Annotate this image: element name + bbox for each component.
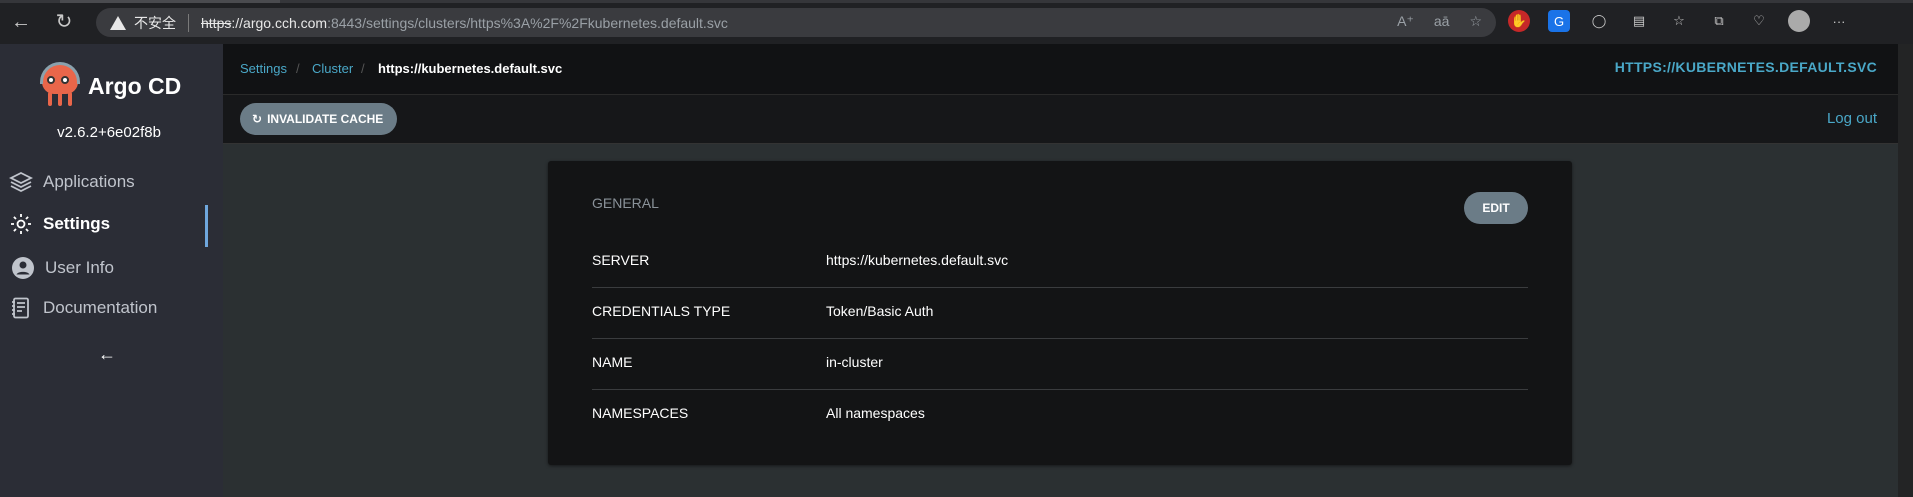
more-menu-icon[interactable]: ···: [1828, 10, 1850, 32]
favorite-add-icon[interactable]: ☆: [1469, 13, 1482, 30]
address-separator: [188, 13, 189, 32]
row-key: SERVER: [592, 252, 650, 268]
breadcrumb-settings[interactable]: Settings: [240, 61, 287, 76]
sidebar-item-documentation[interactable]: Documentation: [0, 290, 218, 326]
adblock-extension-icon[interactable]: ✋: [1508, 10, 1530, 32]
logo-eye: [61, 76, 69, 84]
active-tab-edge: [60, 0, 280, 3]
refresh-icon: ↻: [252, 112, 263, 126]
row-key: CREDENTIALS TYPE: [592, 303, 731, 319]
read-aloud-icon[interactable]: A⁺: [1397, 13, 1414, 30]
browser-toolbar: ← ↻ 不安全 https://argo.cch.com:8443/settin…: [0, 0, 1913, 44]
sidebar-item-user-info[interactable]: User Info: [0, 250, 218, 286]
security-warning[interactable]: 不安全: [110, 13, 176, 33]
collections-icon[interactable]: ⧉: [1708, 10, 1730, 32]
address-bar[interactable]: 不安全 https://argo.cch.com:8443/settings/c…: [96, 8, 1496, 37]
logo-eye: [47, 76, 55, 84]
extensions-bar: ✋ G ◯ ▤ ☆ ⧉ ♡ ···: [1508, 10, 1850, 32]
url-scheme: https: [201, 14, 232, 31]
translate-icon[interactable]: aā: [1434, 13, 1450, 30]
sidebar-item-label: Applications: [43, 172, 135, 191]
version-label: v2.6.2+6e02f8b: [57, 124, 161, 141]
logo-helmet: [40, 62, 80, 84]
table-row: CREDENTIALS TYPE Token/Basic Auth: [592, 288, 1528, 339]
sidebar-item-label: User Info: [45, 258, 114, 277]
table-row: NAME in-cluster: [592, 339, 1528, 390]
row-key: NAME: [592, 354, 633, 370]
tab-strip: [0, 0, 1913, 3]
general-card: GENERAL EDIT SERVER https://kubernetes.d…: [548, 161, 1572, 465]
sidebar-item-settings[interactable]: Settings: [0, 206, 218, 242]
invalidate-cache-button[interactable]: ↻ INVALIDATE CACHE: [240, 103, 398, 135]
argo-logo-icon: [40, 62, 80, 108]
logo-tentacle: [48, 92, 52, 106]
row-value: Token/Basic Auth: [826, 303, 934, 319]
url-text: https://argo.cch.com:8443/settings/clust…: [201, 15, 728, 31]
invalidate-cache-label: INVALIDATE CACHE: [267, 112, 384, 126]
edit-button[interactable]: EDIT: [1464, 192, 1528, 224]
address-bar-actions: A⁺ aā ☆: [1397, 13, 1482, 30]
brand-row[interactable]: Argo CD: [40, 62, 182, 108]
row-value: https://kubernetes.default.svc: [826, 252, 1009, 268]
favorites-icon[interactable]: ☆: [1668, 10, 1690, 32]
profile-avatar[interactable]: [1788, 10, 1810, 32]
scrollbar[interactable]: [1898, 44, 1913, 497]
row-value: in-cluster: [826, 354, 883, 370]
row-key: NAMESPACES: [592, 405, 689, 421]
breadcrumb-separator: /: [296, 61, 300, 76]
table-row: NAMESPACES All namespaces: [592, 390, 1528, 441]
screen-capture-extension-icon[interactable]: ▤: [1628, 10, 1650, 32]
breadcrumb-separator: /: [361, 61, 365, 76]
url-path: :8443/settings/clusters/https%3A%2F%2Fku…: [327, 14, 728, 31]
sidebar-item-label: Settings: [43, 214, 111, 233]
health-icon[interactable]: ♡: [1748, 10, 1770, 32]
gear-icon: [9, 212, 33, 236]
table-row: SERVER https://kubernetes.default.svc: [592, 237, 1528, 288]
back-icon[interactable]: ←: [9, 10, 33, 34]
breadcrumb-cluster[interactable]: Cluster: [312, 61, 353, 76]
collapse-sidebar-icon[interactable]: ←: [98, 344, 116, 365]
security-label: 不安全: [134, 14, 176, 31]
top-bar: Settings / Cluster / https://kubernetes.…: [223, 44, 1913, 94]
action-toolbar: ↻ INVALIDATE CACHE Log out: [223, 94, 1913, 144]
row-value: All namespaces: [826, 405, 925, 421]
logo-tentacle: [58, 92, 62, 106]
sidebar: Argo CD v2.6.2+6e02f8b Applications Sett…: [0, 44, 223, 497]
logout-link[interactable]: Log out: [1827, 110, 1877, 127]
book-icon: [9, 296, 33, 320]
sidebar-item-label: Documentation: [43, 298, 158, 317]
warning-icon: [110, 15, 126, 30]
page-title: HTTPS://KUBERNETES.DEFAULT.SVC: [1614, 59, 1877, 75]
google-translate-extension-icon[interactable]: G: [1548, 10, 1570, 32]
brand-name: Argo CD: [88, 72, 182, 99]
layers-icon: [9, 170, 33, 194]
active-item-indicator: [205, 205, 208, 247]
breadcrumb-current: https://kubernetes.default.svc: [378, 61, 563, 76]
sidebar-item-applications[interactable]: Applications: [0, 164, 218, 200]
pocket-extension-icon[interactable]: ◯: [1588, 10, 1610, 32]
logo-tentacle: [68, 92, 72, 106]
url-host: ://argo.cch.com: [231, 14, 328, 31]
card-title: GENERAL: [592, 195, 659, 211]
user-icon: [11, 256, 35, 280]
reload-icon[interactable]: ↻: [52, 10, 76, 34]
